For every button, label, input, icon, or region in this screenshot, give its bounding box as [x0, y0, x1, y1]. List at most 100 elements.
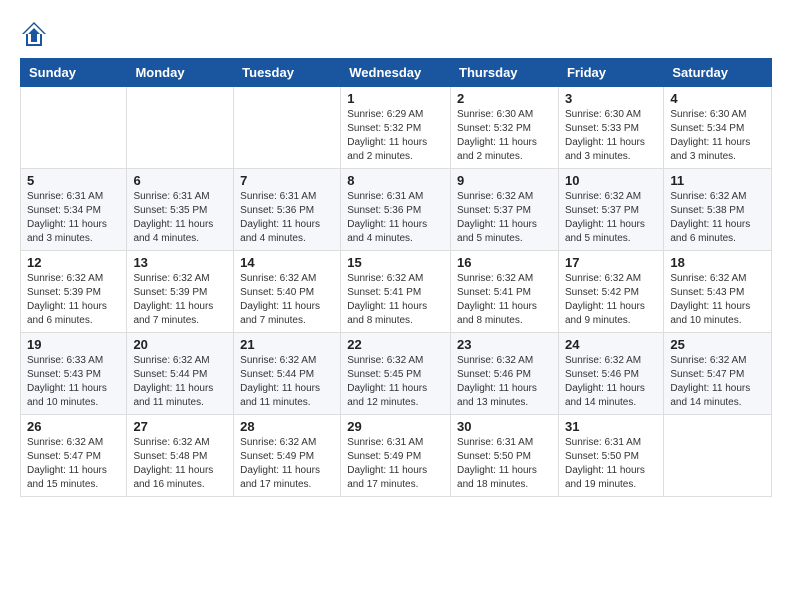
calendar-cell: 9 Sunrise: 6:32 AM Sunset: 5:37 PM Daylig… — [451, 169, 559, 251]
day-info: Sunrise: 6:30 AM Sunset: 5:33 PM Dayligh… — [565, 108, 657, 164]
day-number: 20 — [133, 337, 227, 352]
day-number: 16 — [457, 255, 552, 270]
day-info: Sunrise: 6:31 AM Sunset: 5:50 PM Dayligh… — [457, 436, 552, 492]
calendar-cell: 24Sunrise: 6:32 AM Sunset: 5:46 PM Dayli… — [558, 333, 663, 415]
calendar-cell: 6Sunrise: 6:31 AM Sunset: 5:35 PM Daylig… — [127, 169, 234, 251]
day-number: 19 — [27, 337, 120, 352]
day-info: Sunrise: 6:32 AM Sunset: 5:42 PM Dayligh… — [565, 272, 657, 328]
day-info: Sunrise: 6:32 AM Sunset: 5:49 PM Dayligh… — [240, 436, 334, 492]
calendar-cell: 20 Sunrise: 6:32 AM Sunset: 5:44 PM Dayli… — [127, 333, 234, 415]
day-info: Sunrise: 6:32 AM Sunset: 5:46 PM Dayligh… — [457, 354, 552, 410]
calendar-cell: 3 Sunrise: 6:30 AM Sunset: 5:33 PM Daylig… — [558, 87, 663, 169]
logo — [20, 20, 52, 48]
calendar-cell: 5Sunrise: 6:31 AM Sunset: 5:34 PM Daylig… — [21, 169, 127, 251]
calendar-cell: 19 Sunrise: 6:33 AM Sunset: 5:43 PM Dayli… — [21, 333, 127, 415]
day-number: 15 — [347, 255, 444, 270]
day-number: 4 — [670, 91, 765, 106]
calendar-cell: 21 Sunrise: 6:32 AM Sunset: 5:44 PM Dayli… — [234, 333, 341, 415]
calendar-cell: 22Sunrise: 6:32 AM Sunset: 5:45 PM Dayli… — [341, 333, 451, 415]
day-number: 27 — [133, 419, 227, 434]
day-info: Sunrise: 6:32 AM Sunset: 5:37 PM Dayligh… — [457, 190, 552, 246]
day-info: Sunrise: 6:32 AM Sunset: 5:41 PM Dayligh… — [457, 272, 552, 328]
logo-icon — [20, 20, 48, 48]
calendar-day-header: Saturday — [664, 59, 772, 87]
calendar-day-header: Monday — [127, 59, 234, 87]
day-info: Sunrise: 6:31 AM Sunset: 5:50 PM Dayligh… — [565, 436, 657, 492]
day-number: 26 — [27, 419, 120, 434]
day-number: 25 — [670, 337, 765, 352]
day-number: 11 — [670, 173, 765, 188]
calendar-cell — [664, 415, 772, 497]
calendar-week-row: 26 Sunrise: 6:32 AM Sunset: 5:47 PM Dayli… — [21, 415, 772, 497]
day-info: Sunrise: 6:30 AM Sunset: 5:32 PM Dayligh… — [457, 108, 552, 164]
calendar-week-row: 19 Sunrise: 6:33 AM Sunset: 5:43 PM Dayli… — [21, 333, 772, 415]
day-info: Sunrise: 6:32 AM Sunset: 5:44 PM Dayligh… — [133, 354, 227, 410]
day-number: 22 — [347, 337, 444, 352]
day-number: 21 — [240, 337, 334, 352]
day-info: Sunrise: 6:32 AM Sunset: 5:44 PM Dayligh… — [240, 354, 334, 410]
calendar-cell: 26 Sunrise: 6:32 AM Sunset: 5:47 PM Dayli… — [21, 415, 127, 497]
calendar-cell — [21, 87, 127, 169]
calendar-cell: 1 Sunrise: 6:29 AM Sunset: 5:32 PM Daylig… — [341, 87, 451, 169]
day-number: 12 — [27, 255, 120, 270]
calendar-cell: 18 Sunrise: 6:32 AM Sunset: 5:43 PM Dayli… — [664, 251, 772, 333]
day-number: 1 — [347, 91, 444, 106]
calendar-week-row: 5Sunrise: 6:31 AM Sunset: 5:34 PM Daylig… — [21, 169, 772, 251]
day-info: Sunrise: 6:32 AM Sunset: 5:47 PM Dayligh… — [670, 354, 765, 410]
day-info: Sunrise: 6:32 AM Sunset: 5:37 PM Dayligh… — [565, 190, 657, 246]
calendar-cell: 12 Sunrise: 6:32 AM Sunset: 5:39 PM Dayli… — [21, 251, 127, 333]
day-number: 17 — [565, 255, 657, 270]
day-number: 30 — [457, 419, 552, 434]
day-info: Sunrise: 6:29 AM Sunset: 5:32 PM Dayligh… — [347, 108, 444, 164]
calendar-cell: 16 Sunrise: 6:32 AM Sunset: 5:41 PM Dayli… — [451, 251, 559, 333]
day-number: 23 — [457, 337, 552, 352]
day-info: Sunrise: 6:32 AM Sunset: 5:43 PM Dayligh… — [670, 272, 765, 328]
calendar-cell: 13 Sunrise: 6:32 AM Sunset: 5:39 PM Dayli… — [127, 251, 234, 333]
day-number: 31 — [565, 419, 657, 434]
day-info: Sunrise: 6:31 AM Sunset: 5:36 PM Dayligh… — [347, 190, 444, 246]
calendar-cell: 8Sunrise: 6:31 AM Sunset: 5:36 PM Daylig… — [341, 169, 451, 251]
calendar-header-row: SundayMondayTuesdayWednesdayThursdayFrid… — [21, 59, 772, 87]
calendar-cell: 25 Sunrise: 6:32 AM Sunset: 5:47 PM Dayli… — [664, 333, 772, 415]
day-info: Sunrise: 6:32 AM Sunset: 5:39 PM Dayligh… — [27, 272, 120, 328]
day-number: 28 — [240, 419, 334, 434]
calendar-cell: 23 Sunrise: 6:32 AM Sunset: 5:46 PM Dayli… — [451, 333, 559, 415]
calendar-day-header: Tuesday — [234, 59, 341, 87]
day-number: 2 — [457, 91, 552, 106]
calendar-cell: 27Sunrise: 6:32 AM Sunset: 5:48 PM Dayli… — [127, 415, 234, 497]
day-number: 3 — [565, 91, 657, 106]
calendar-cell: 29Sunrise: 6:31 AM Sunset: 5:49 PM Dayli… — [341, 415, 451, 497]
day-number: 14 — [240, 255, 334, 270]
calendar-cell: 7 Sunrise: 6:31 AM Sunset: 5:36 PM Daylig… — [234, 169, 341, 251]
calendar-cell: 17 Sunrise: 6:32 AM Sunset: 5:42 PM Dayli… — [558, 251, 663, 333]
day-info: Sunrise: 6:33 AM Sunset: 5:43 PM Dayligh… — [27, 354, 120, 410]
day-info: Sunrise: 6:31 AM Sunset: 5:36 PM Dayligh… — [240, 190, 334, 246]
day-number: 24 — [565, 337, 657, 352]
calendar-cell: 31 Sunrise: 6:31 AM Sunset: 5:50 PM Dayli… — [558, 415, 663, 497]
calendar-cell: 30 Sunrise: 6:31 AM Sunset: 5:50 PM Dayli… — [451, 415, 559, 497]
calendar-cell: 10 Sunrise: 6:32 AM Sunset: 5:37 PM Dayli… — [558, 169, 663, 251]
calendar-cell: 11Sunrise: 6:32 AM Sunset: 5:38 PM Dayli… — [664, 169, 772, 251]
calendar-cell: 15 Sunrise: 6:32 AM Sunset: 5:41 PM Dayli… — [341, 251, 451, 333]
calendar-week-row: 12 Sunrise: 6:32 AM Sunset: 5:39 PM Dayli… — [21, 251, 772, 333]
day-number: 7 — [240, 173, 334, 188]
day-number: 9 — [457, 173, 552, 188]
calendar-cell: 2 Sunrise: 6:30 AM Sunset: 5:32 PM Daylig… — [451, 87, 559, 169]
day-info: Sunrise: 6:31 AM Sunset: 5:34 PM Dayligh… — [27, 190, 120, 246]
calendar-cell — [234, 87, 341, 169]
day-info: Sunrise: 6:32 AM Sunset: 5:39 PM Dayligh… — [133, 272, 227, 328]
calendar-table: SundayMondayTuesdayWednesdayThursdayFrid… — [20, 58, 772, 497]
day-info: Sunrise: 6:30 AM Sunset: 5:34 PM Dayligh… — [670, 108, 765, 164]
day-info: Sunrise: 6:31 AM Sunset: 5:35 PM Dayligh… — [133, 190, 227, 246]
day-info: Sunrise: 6:32 AM Sunset: 5:41 PM Dayligh… — [347, 272, 444, 328]
day-number: 13 — [133, 255, 227, 270]
page-header — [20, 20, 772, 48]
day-number: 10 — [565, 173, 657, 188]
day-number: 18 — [670, 255, 765, 270]
calendar-cell — [127, 87, 234, 169]
day-number: 29 — [347, 419, 444, 434]
day-info: Sunrise: 6:32 AM Sunset: 5:47 PM Dayligh… — [27, 436, 120, 492]
calendar-day-header: Wednesday — [341, 59, 451, 87]
day-info: Sunrise: 6:32 AM Sunset: 5:40 PM Dayligh… — [240, 272, 334, 328]
calendar-day-header: Friday — [558, 59, 663, 87]
